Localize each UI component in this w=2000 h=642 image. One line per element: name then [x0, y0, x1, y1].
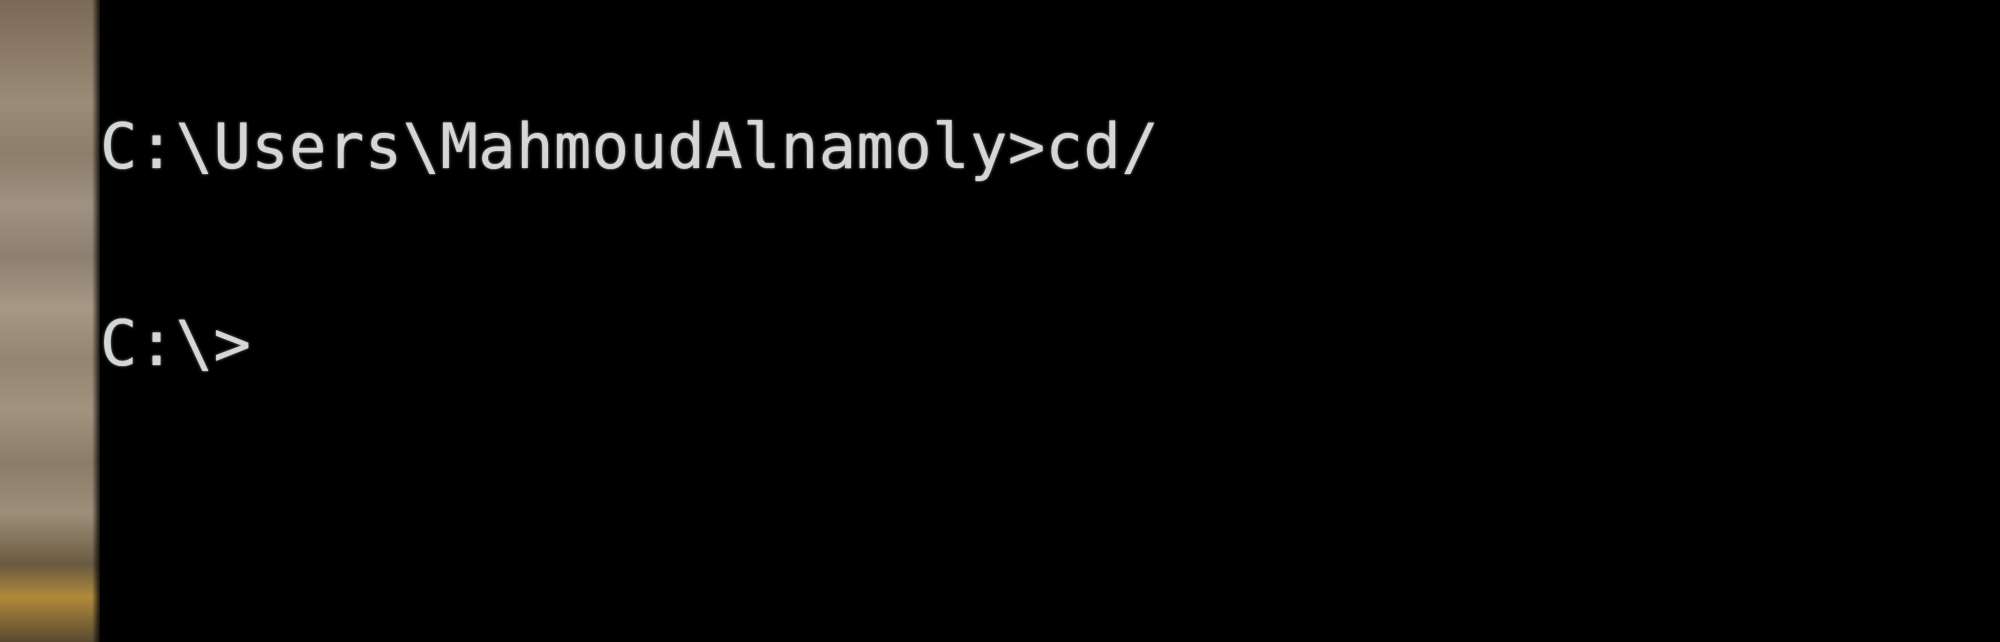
background-edge [0, 0, 100, 642]
console-line-prompt[interactable]: C:\> [100, 304, 251, 384]
console-line-command: C:\Users\MahmoudAlnamoly>cd/ [100, 110, 1160, 183]
screenshot: C:\Users\MahmoudAlnamoly>cd/ C:\> [0, 0, 2000, 642]
command-prompt-console[interactable]: C:\Users\MahmoudAlnamoly>cd/ C:\> [100, 0, 2000, 642]
